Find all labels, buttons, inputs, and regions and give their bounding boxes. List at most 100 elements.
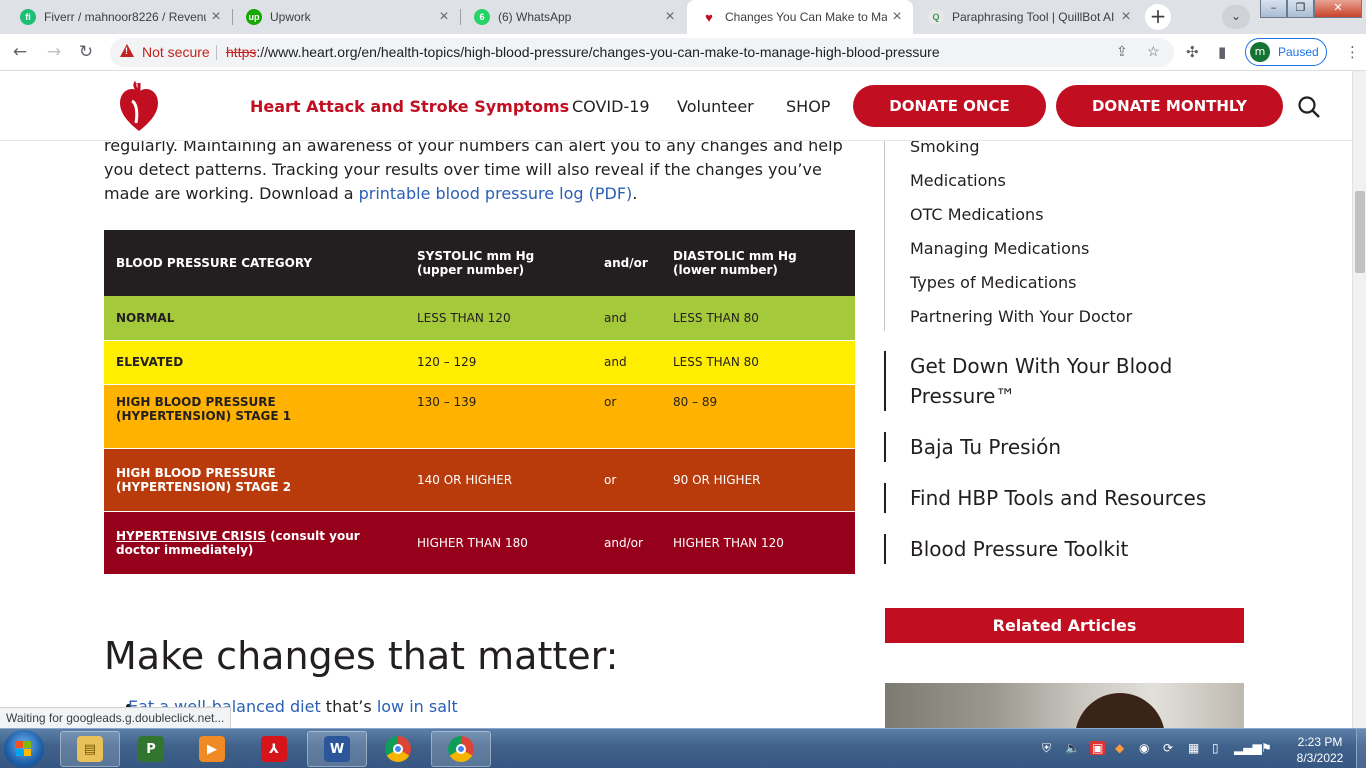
new-tab-button[interactable]: + [1145, 4, 1171, 30]
tab-title: (6) WhatsApp [498, 10, 572, 24]
reload-button[interactable]: ↻ [74, 40, 98, 64]
sidebar-line: Pressure™ [910, 384, 1016, 408]
tab-fiverr[interactable]: fi Fiverr / mahnoor8226 / Revenue × [6, 0, 232, 34]
side-panel-icon[interactable]: ▮ [1218, 43, 1226, 61]
close-window-button[interactable]: ✕ [1314, 0, 1362, 18]
nav-covid-19[interactable]: COVID-19 [572, 97, 650, 116]
extensions-icon[interactable]: ✣ [1186, 43, 1199, 61]
donate-monthly-button[interactable]: DONATE MONTHLY [1056, 85, 1283, 127]
tab-quillbot[interactable]: Q Paraphrasing Tool | QuillBot AI × [914, 0, 1142, 34]
close-tab-icon[interactable]: × [660, 8, 680, 26]
diastolic-cell: 90 OR HIGHER [661, 447, 855, 511]
donate-once-button[interactable]: DONATE ONCE [853, 85, 1046, 127]
start-button[interactable] [4, 730, 44, 768]
taskbar-media-player[interactable]: ▶ [182, 731, 242, 767]
table-row-normal: NORMAL LESS THAN 120 and LESS THAN 80 [104, 296, 855, 340]
hypertensive-crisis-link[interactable]: HYPERTENSIVE CRISIS [116, 529, 266, 543]
paragraph-text: made are working. Download a [104, 184, 359, 203]
scrollbar-thumb[interactable] [1355, 191, 1365, 273]
security-indicator[interactable]: Not secure [142, 44, 210, 60]
close-tab-icon[interactable]: × [1116, 8, 1136, 26]
taskbar-file-explorer[interactable]: ▤ [60, 731, 120, 767]
tray-chrome-icon[interactable]: ◉ [1139, 741, 1149, 755]
close-tab-icon[interactable]: × [206, 8, 226, 26]
section-heading: Make changes that matter: [104, 634, 619, 678]
tray-app-icon[interactable]: ▣ [1090, 741, 1106, 755]
header-line: SYSTOLIC mm Hg [417, 249, 535, 263]
network-signal-icon[interactable]: ▂▄▆ [1234, 741, 1262, 755]
system-clock[interactable]: 2:23 PM 8/3/2022 [1286, 734, 1354, 766]
back-button[interactable]: ← [8, 40, 32, 64]
sidebar-item-otc-medications[interactable]: OTC Medications [910, 205, 1044, 224]
avatar: m [1250, 42, 1270, 62]
close-tab-icon[interactable]: × [887, 8, 907, 26]
sidebar-item-baja-tu-presion[interactable]: Baja Tu Presión [884, 432, 1061, 462]
clock-time: 2:23 PM [1297, 735, 1343, 749]
tray-shield-icon[interactable]: ⛨ [1042, 741, 1051, 756]
sidebar-item-managing-medications[interactable]: Managing Medications [910, 239, 1089, 258]
bookmark-star-icon[interactable]: ☆ [1147, 43, 1160, 60]
nav-shop[interactable]: SHOP [786, 97, 830, 116]
forward-button[interactable]: → [42, 40, 66, 64]
sidebar-line: Get Down With Your Blood [910, 354, 1173, 378]
category-line: HIGH BLOOD PRESSURE [116, 465, 276, 480]
tab-upwork[interactable]: up Upwork × [232, 0, 460, 34]
sync-status: Paused [1278, 45, 1319, 59]
share-icon[interactable]: ⇪ [1116, 43, 1128, 60]
clock-date: 8/3/2022 [1296, 751, 1344, 765]
tray-sync-icon[interactable]: ⟳ [1163, 741, 1173, 755]
taskbar-chrome-profile[interactable] [431, 731, 491, 767]
battery-icon[interactable]: ▯ [1212, 741, 1219, 755]
tab-heart-org[interactable]: ♥ Changes You Can Make to Manage × [687, 0, 913, 34]
sidebar-item-hbp-tools-resources[interactable]: Find HBP Tools and Resources [884, 483, 1206, 513]
word-icon: W [324, 736, 350, 762]
category-cell: HIGH BLOOD PRESSURE (HYPERTENSION) STAGE … [104, 447, 405, 511]
site-header: Heart Attack and Stroke Symptoms COVID-1… [0, 71, 1352, 141]
sidebar-item-blood-pressure-toolkit[interactable]: Blood Pressure Toolkit [884, 534, 1128, 564]
sidebar-item-types-of-medications[interactable]: Types of Medications [910, 273, 1077, 292]
network-error-icon[interactable]: ⚑ [1261, 741, 1272, 755]
diastolic-cell: 80 – 89 [661, 383, 855, 448]
show-desktop-button[interactable] [1356, 729, 1366, 768]
taskbar-word[interactable]: W [307, 731, 367, 767]
intro-paragraph: regularly. Maintaining an awareness of y… [104, 134, 856, 206]
taskbar-acrobat[interactable]: ⅄ [244, 731, 304, 767]
volume-icon[interactable]: 🔈 [1065, 741, 1080, 755]
tray-display-icon[interactable]: ▦ [1188, 741, 1199, 755]
minimize-button[interactable]: – [1260, 0, 1287, 18]
category-cell: HIGH BLOOD PRESSURE (HYPERTENSION) STAGE … [104, 383, 405, 448]
nav-heart-attack-stroke-symptoms[interactable]: Heart Attack and Stroke Symptoms [250, 97, 569, 116]
aha-logo[interactable] [118, 80, 160, 137]
nav-volunteer[interactable]: Volunteer [677, 97, 754, 116]
more-menu-icon[interactable]: ⋮ [1345, 43, 1360, 61]
blood-pressure-log-link[interactable]: printable blood pressure log (PDF) [359, 184, 633, 203]
related-article-image[interactable] [885, 683, 1244, 728]
conjunction-cell: or [592, 447, 661, 511]
tab-title: Paraphrasing Tool | QuillBot AI [952, 10, 1115, 24]
url-path: ://www.heart.org/en/health-topics/high-b… [256, 44, 940, 60]
tray-metamask-icon[interactable]: ◆ [1115, 741, 1124, 755]
tab-title: Upwork [270, 10, 311, 24]
profile-button[interactable]: m Paused [1245, 38, 1327, 66]
taskbar-chrome[interactable] [368, 731, 428, 767]
restore-button[interactable]: ❐ [1287, 0, 1314, 18]
tab-search-button[interactable]: ⌄ [1222, 5, 1250, 29]
paragraph-text: . [632, 184, 638, 203]
category-line: HYPERTENSIVE CRISIS (consult your [116, 529, 393, 543]
tab-whatsapp[interactable]: 6 (6) WhatsApp × [460, 0, 686, 34]
header-category: BLOOD PRESSURE CATEGORY [104, 230, 405, 296]
conjunction-cell: and [592, 339, 661, 384]
close-tab-icon[interactable]: × [434, 8, 454, 26]
search-icon[interactable] [1297, 95, 1321, 123]
person-photo [1075, 693, 1165, 728]
category-line: (HYPERTENSION) STAGE 2 [116, 479, 292, 494]
address-bar[interactable]: Not secure https://www.heart.org/en/heal… [110, 38, 1174, 67]
page-scrollbar[interactable] [1352, 71, 1366, 728]
sidebar-item-get-down-with-your-blood-pressure[interactable]: Get Down With Your Blood Pressure™ [884, 351, 1172, 411]
sidebar-item-partnering-with-doctor[interactable]: Partnering With Your Doctor [910, 307, 1132, 326]
url-text[interactable]: https://www.heart.org/en/health-topics/h… [226, 44, 940, 60]
sidebar-item-medications[interactable]: Medications [910, 171, 1006, 190]
taskbar-project[interactable]: P [121, 731, 181, 767]
whatsapp-icon: 6 [474, 9, 490, 25]
low-salt-link[interactable]: low in salt [377, 697, 458, 716]
